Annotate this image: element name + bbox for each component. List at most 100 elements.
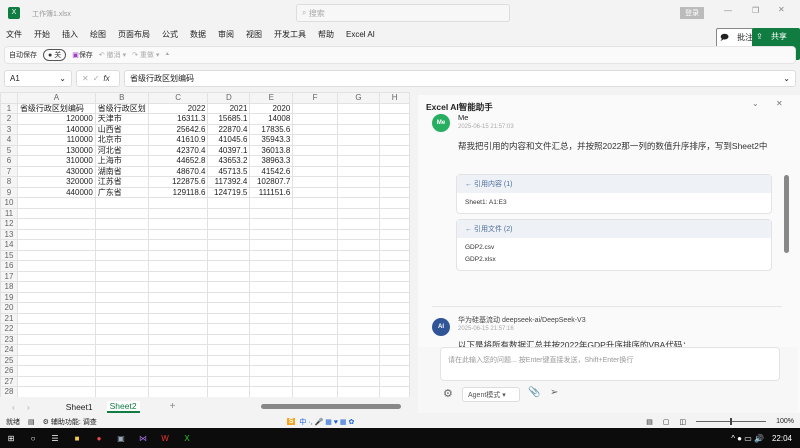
cell[interactable] [94, 386, 149, 397]
send-icon[interactable]: ➢ [550, 387, 558, 398]
cell[interactable]: 102807.7 [249, 176, 294, 188]
column-header[interactable]: B [94, 92, 149, 104]
task-view-icon[interactable]: ☰ [47, 434, 63, 443]
cell[interactable] [94, 302, 149, 314]
cell[interactable] [94, 365, 149, 377]
cell[interactable] [292, 270, 338, 282]
cell[interactable] [147, 323, 209, 335]
cell[interactable] [249, 218, 294, 230]
cell[interactable] [292, 239, 338, 251]
page-layout-view-icon[interactable]: ▢ [663, 418, 670, 426]
cell[interactable] [94, 228, 149, 240]
cell[interactable] [336, 144, 381, 156]
cell[interactable] [379, 176, 410, 188]
cell[interactable] [336, 302, 381, 314]
cell[interactable] [16, 354, 96, 366]
cell[interactable] [292, 354, 338, 366]
cell[interactable] [249, 333, 294, 345]
cell[interactable] [336, 134, 381, 146]
cell[interactable] [207, 323, 251, 335]
cell[interactable]: 35943.3 [249, 134, 294, 146]
cell[interactable] [336, 365, 381, 377]
cell[interactable] [292, 197, 338, 209]
wps-icon[interactable]: W [157, 434, 173, 443]
cell[interactable] [147, 207, 209, 219]
cell[interactable] [292, 260, 338, 272]
prev-sheet-icon[interactable]: ‹ [12, 402, 15, 412]
expand-formula-icon[interactable]: ⌄ [783, 74, 790, 83]
cell[interactable]: 天津市 [94, 113, 149, 125]
cell[interactable] [336, 239, 381, 251]
file-explorer-icon[interactable]: ■ [69, 434, 85, 443]
cell[interactable] [292, 333, 338, 345]
sheet-tab-sheet2[interactable]: Sheet2 [106, 400, 140, 413]
cell[interactable] [379, 375, 410, 387]
cell[interactable]: 40397.1 [207, 144, 251, 156]
cell[interactable] [147, 291, 209, 303]
cell[interactable] [249, 291, 294, 303]
cell[interactable] [207, 207, 251, 219]
cell[interactable]: 北京市 [94, 134, 149, 146]
cell[interactable] [207, 197, 251, 209]
page-break-view-icon[interactable]: ◫ [679, 418, 686, 426]
cell[interactable] [249, 323, 294, 335]
cell[interactable] [336, 123, 381, 135]
cell[interactable] [379, 228, 410, 240]
cell[interactable] [94, 323, 149, 335]
cell[interactable] [336, 218, 381, 230]
row-header[interactable]: 3 [0, 123, 18, 135]
normal-view-icon[interactable]: ▤ [646, 418, 653, 426]
save-button[interactable]: ▣保存 [72, 50, 93, 60]
cell[interactable] [16, 302, 96, 314]
cell[interactable] [336, 354, 381, 366]
cell[interactable]: 2022 [147, 102, 209, 114]
cell[interactable] [292, 312, 338, 324]
cell[interactable] [336, 270, 381, 282]
cell[interactable] [379, 113, 410, 125]
accessibility-status[interactable]: ⚙ 辅助功能: 调查 [43, 417, 97, 427]
customize-qat-icon[interactable]: ⩡ [165, 51, 169, 59]
cell[interactable] [292, 218, 338, 230]
cell[interactable] [379, 197, 410, 209]
search-box[interactable]: ⌕ 搜索 [296, 4, 510, 22]
horizontal-scrollbar[interactable] [261, 404, 402, 409]
cell[interactable] [94, 239, 149, 251]
cell[interactable] [94, 218, 149, 230]
cell[interactable]: 17835.6 [249, 123, 294, 135]
cell[interactable] [207, 291, 251, 303]
cell[interactable] [147, 218, 209, 230]
cell[interactable] [147, 344, 209, 356]
cell[interactable]: 2021 [207, 102, 251, 114]
select-all-corner[interactable] [0, 92, 18, 104]
row-header[interactable]: 14 [0, 239, 18, 251]
cell[interactable] [147, 249, 209, 261]
cell[interactable] [379, 249, 410, 261]
cell[interactable]: 440000 [16, 186, 96, 198]
cell[interactable]: 41542.6 [249, 165, 294, 177]
cell[interactable] [16, 291, 96, 303]
cell[interactable] [249, 354, 294, 366]
cell[interactable] [336, 375, 381, 387]
excel-taskbar-icon[interactable]: X [179, 434, 195, 443]
ime-toolbar[interactable]: 中 ·, 🎤 ▦ ♥ ▦ ✿ [299, 417, 354, 427]
cell[interactable] [379, 270, 410, 282]
cell[interactable] [207, 354, 251, 366]
cell[interactable] [147, 312, 209, 324]
cell[interactable] [94, 249, 149, 261]
cell[interactable] [292, 113, 338, 125]
start-icon[interactable]: ⊞ [3, 434, 19, 443]
chrome-icon[interactable]: ● [91, 434, 107, 443]
cell[interactable] [16, 365, 96, 377]
cell[interactable] [336, 207, 381, 219]
menu-help[interactable]: 帮助 [318, 30, 334, 39]
cell[interactable] [249, 270, 294, 282]
cell[interactable] [249, 260, 294, 272]
tray-icons[interactable]: ^ ● ▭ 🔊 [731, 434, 764, 443]
cell[interactable]: 22870.4 [207, 123, 251, 135]
search-circle-icon[interactable]: ○ [25, 434, 41, 443]
cell[interactable] [249, 386, 294, 397]
cell[interactable]: 140000 [16, 123, 96, 135]
cell[interactable] [336, 176, 381, 188]
row-header[interactable]: 2 [0, 113, 18, 125]
cell[interactable] [336, 291, 381, 303]
